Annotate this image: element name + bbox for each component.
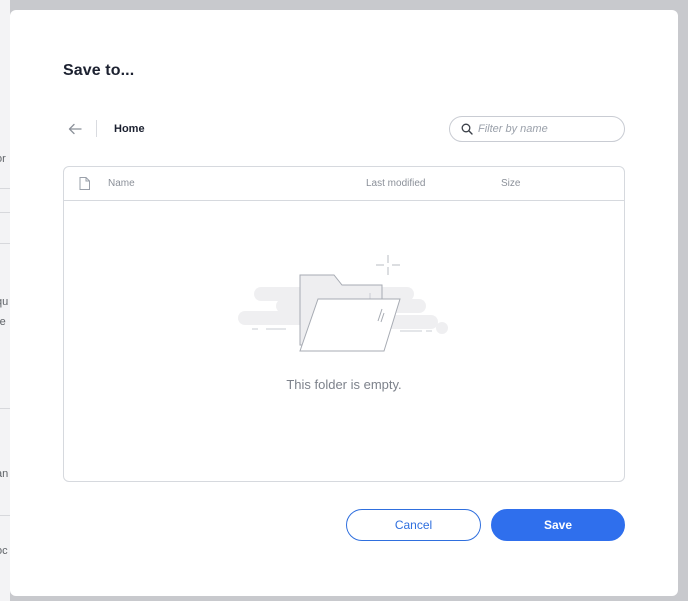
- background-divider: [0, 243, 10, 244]
- column-header-last-modified[interactable]: Last modified: [366, 178, 425, 189]
- arrow-left-icon: [68, 123, 82, 135]
- back-button[interactable]: [65, 120, 85, 138]
- cancel-button[interactable]: Cancel: [346, 509, 481, 541]
- save-button[interactable]: Save: [491, 509, 625, 541]
- breadcrumb-current[interactable]: Home: [114, 123, 145, 135]
- column-header-name[interactable]: Name: [108, 178, 135, 189]
- background-text-fragment: or: [0, 153, 6, 165]
- filter-input[interactable]: [478, 119, 618, 139]
- background-page: or qu re an oc: [0, 0, 10, 601]
- table-header: Name Last modified Size: [64, 167, 624, 201]
- background-text-fragment: oc: [0, 545, 8, 557]
- background-divider: [0, 212, 10, 213]
- empty-state: This folder is empty.: [64, 201, 624, 481]
- background-divider: [0, 515, 10, 516]
- background-divider: [0, 188, 10, 189]
- background-divider: [0, 408, 10, 409]
- save-to-dialog: Save to... Home Name Last modified Size: [10, 10, 678, 596]
- file-icon: [79, 177, 90, 190]
- search-icon: [461, 123, 473, 135]
- background-text-fragment: an: [0, 468, 9, 480]
- background-text-fragment: qu: [0, 296, 9, 308]
- empty-folder-illustration: [238, 255, 448, 352]
- file-table: Name Last modified Size This folder is e…: [63, 166, 625, 482]
- column-header-size[interactable]: Size: [501, 178, 520, 189]
- background-text-fragment: re: [0, 316, 6, 328]
- dialog-title: Save to...: [63, 62, 135, 79]
- empty-message: This folder is empty.: [286, 377, 402, 392]
- search-box: [449, 116, 625, 142]
- nav-divider: [96, 120, 97, 137]
